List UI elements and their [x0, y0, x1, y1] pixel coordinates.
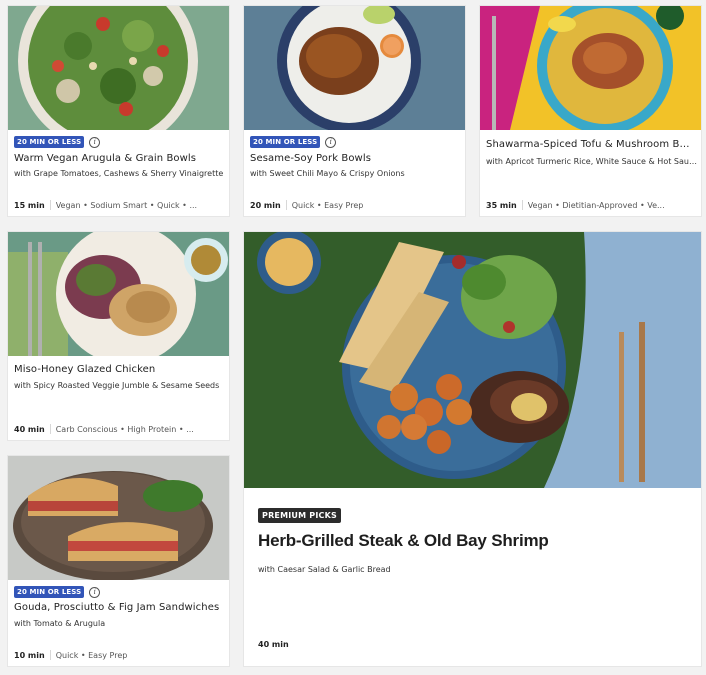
- recipe-image: [8, 232, 229, 356]
- featured-subtitle: with Caesar Salad & Garlic Bread: [258, 565, 391, 574]
- recipe-meta: 20 min Quick • Easy Prep: [250, 200, 459, 210]
- recipe-title[interactable]: Warm Vegan Arugula & Grain Bowls: [14, 153, 223, 164]
- premium-badge: PREMIUM PICKS: [258, 508, 341, 523]
- recipe-subtitle: with Spicy Roasted Veggie Jumble & Sesam…: [14, 381, 220, 390]
- quick-badge: 20 MIN OR LESS: [14, 136, 85, 148]
- recipe-image: [480, 6, 701, 130]
- divider: [49, 650, 51, 660]
- divider: [49, 424, 51, 434]
- info-icon[interactable]: i: [89, 586, 101, 598]
- recipe-tags: Carb Conscious • High Protein • ...: [55, 424, 194, 434]
- divider: [521, 200, 523, 210]
- recipe-subtitle: with Apricot Turmeric Rice, White Sauce …: [486, 157, 697, 166]
- cook-time: 40 min: [258, 640, 289, 649]
- recipe-tags: Quick • Easy Prep: [55, 650, 128, 660]
- recipe-meta: 10 min Quick • Easy Prep: [14, 650, 223, 660]
- recipe-image: [8, 456, 229, 580]
- featured-recipe-card[interactable]: PREMIUM PICKS Herb-Grilled Steak & Old B…: [244, 232, 701, 666]
- recipe-subtitle: with Tomato & Arugula: [14, 619, 106, 628]
- cook-time: 35 min: [486, 200, 517, 210]
- recipe-subtitle: with Sweet Chili Mayo & Crispy Onions: [250, 169, 405, 178]
- recipe-title[interactable]: Gouda, Prosciutto & Fig Jam Sandwiches: [14, 602, 223, 613]
- cook-time: 10 min: [14, 650, 45, 660]
- quick-badge: 20 MIN OR LESS: [14, 586, 85, 598]
- recipe-title[interactable]: Miso-Honey Glazed Chicken: [14, 364, 223, 375]
- recipe-meta: 40 min Carb Conscious • High Protein • .…: [14, 424, 223, 434]
- featured-recipe-image: [244, 232, 701, 488]
- featured-title[interactable]: Herb-Grilled Steak & Old Bay Shrimp: [258, 531, 549, 551]
- recipe-card-shawarma-tofu[interactable]: Shawarma-Spiced Tofu & Mushroom Bo... wi…: [480, 6, 701, 216]
- recipe-card-gouda-prosciutto[interactable]: 20 MIN OR LESS i Gouda, Prosciutto & Fig…: [8, 456, 229, 666]
- recipe-card-miso-honey-chicken[interactable]: Miso-Honey Glazed Chicken with Spicy Roa…: [8, 232, 229, 440]
- recipe-meta: 35 min Vegan • Dietitian-Approved • Ve..…: [486, 200, 695, 210]
- divider: [285, 200, 287, 210]
- recipe-title[interactable]: Sesame-Soy Pork Bowls: [250, 153, 459, 164]
- cook-time: 20 min: [250, 200, 281, 210]
- recipe-tags: Quick • Easy Prep: [291, 200, 364, 210]
- info-icon[interactable]: i: [325, 136, 337, 148]
- recipe-card-warm-vegan-arugula[interactable]: 20 MIN OR LESS i Warm Vegan Arugula & Gr…: [8, 6, 229, 216]
- info-icon[interactable]: i: [89, 136, 101, 148]
- recipe-image: [244, 6, 465, 130]
- quick-badge: 20 MIN OR LESS: [250, 136, 321, 148]
- recipe-card-sesame-soy-pork[interactable]: 20 MIN OR LESS i Sesame-Soy Pork Bowls w…: [244, 6, 465, 216]
- cook-time: 40 min: [14, 424, 45, 434]
- recipe-image: [8, 6, 229, 130]
- recipe-meta: 15 min Vegan • Sodium Smart • Quick • ..…: [14, 200, 223, 210]
- divider: [49, 200, 51, 210]
- cook-time: 15 min: [14, 200, 45, 210]
- recipe-title[interactable]: Shawarma-Spiced Tofu & Mushroom Bo...: [486, 139, 695, 150]
- recipe-subtitle: with Grape Tomatoes, Cashews & Sherry Vi…: [14, 169, 224, 178]
- recipe-tags: Vegan • Sodium Smart • Quick • ...: [55, 200, 198, 210]
- recipe-tags: Vegan • Dietitian-Approved • Ve...: [527, 200, 665, 210]
